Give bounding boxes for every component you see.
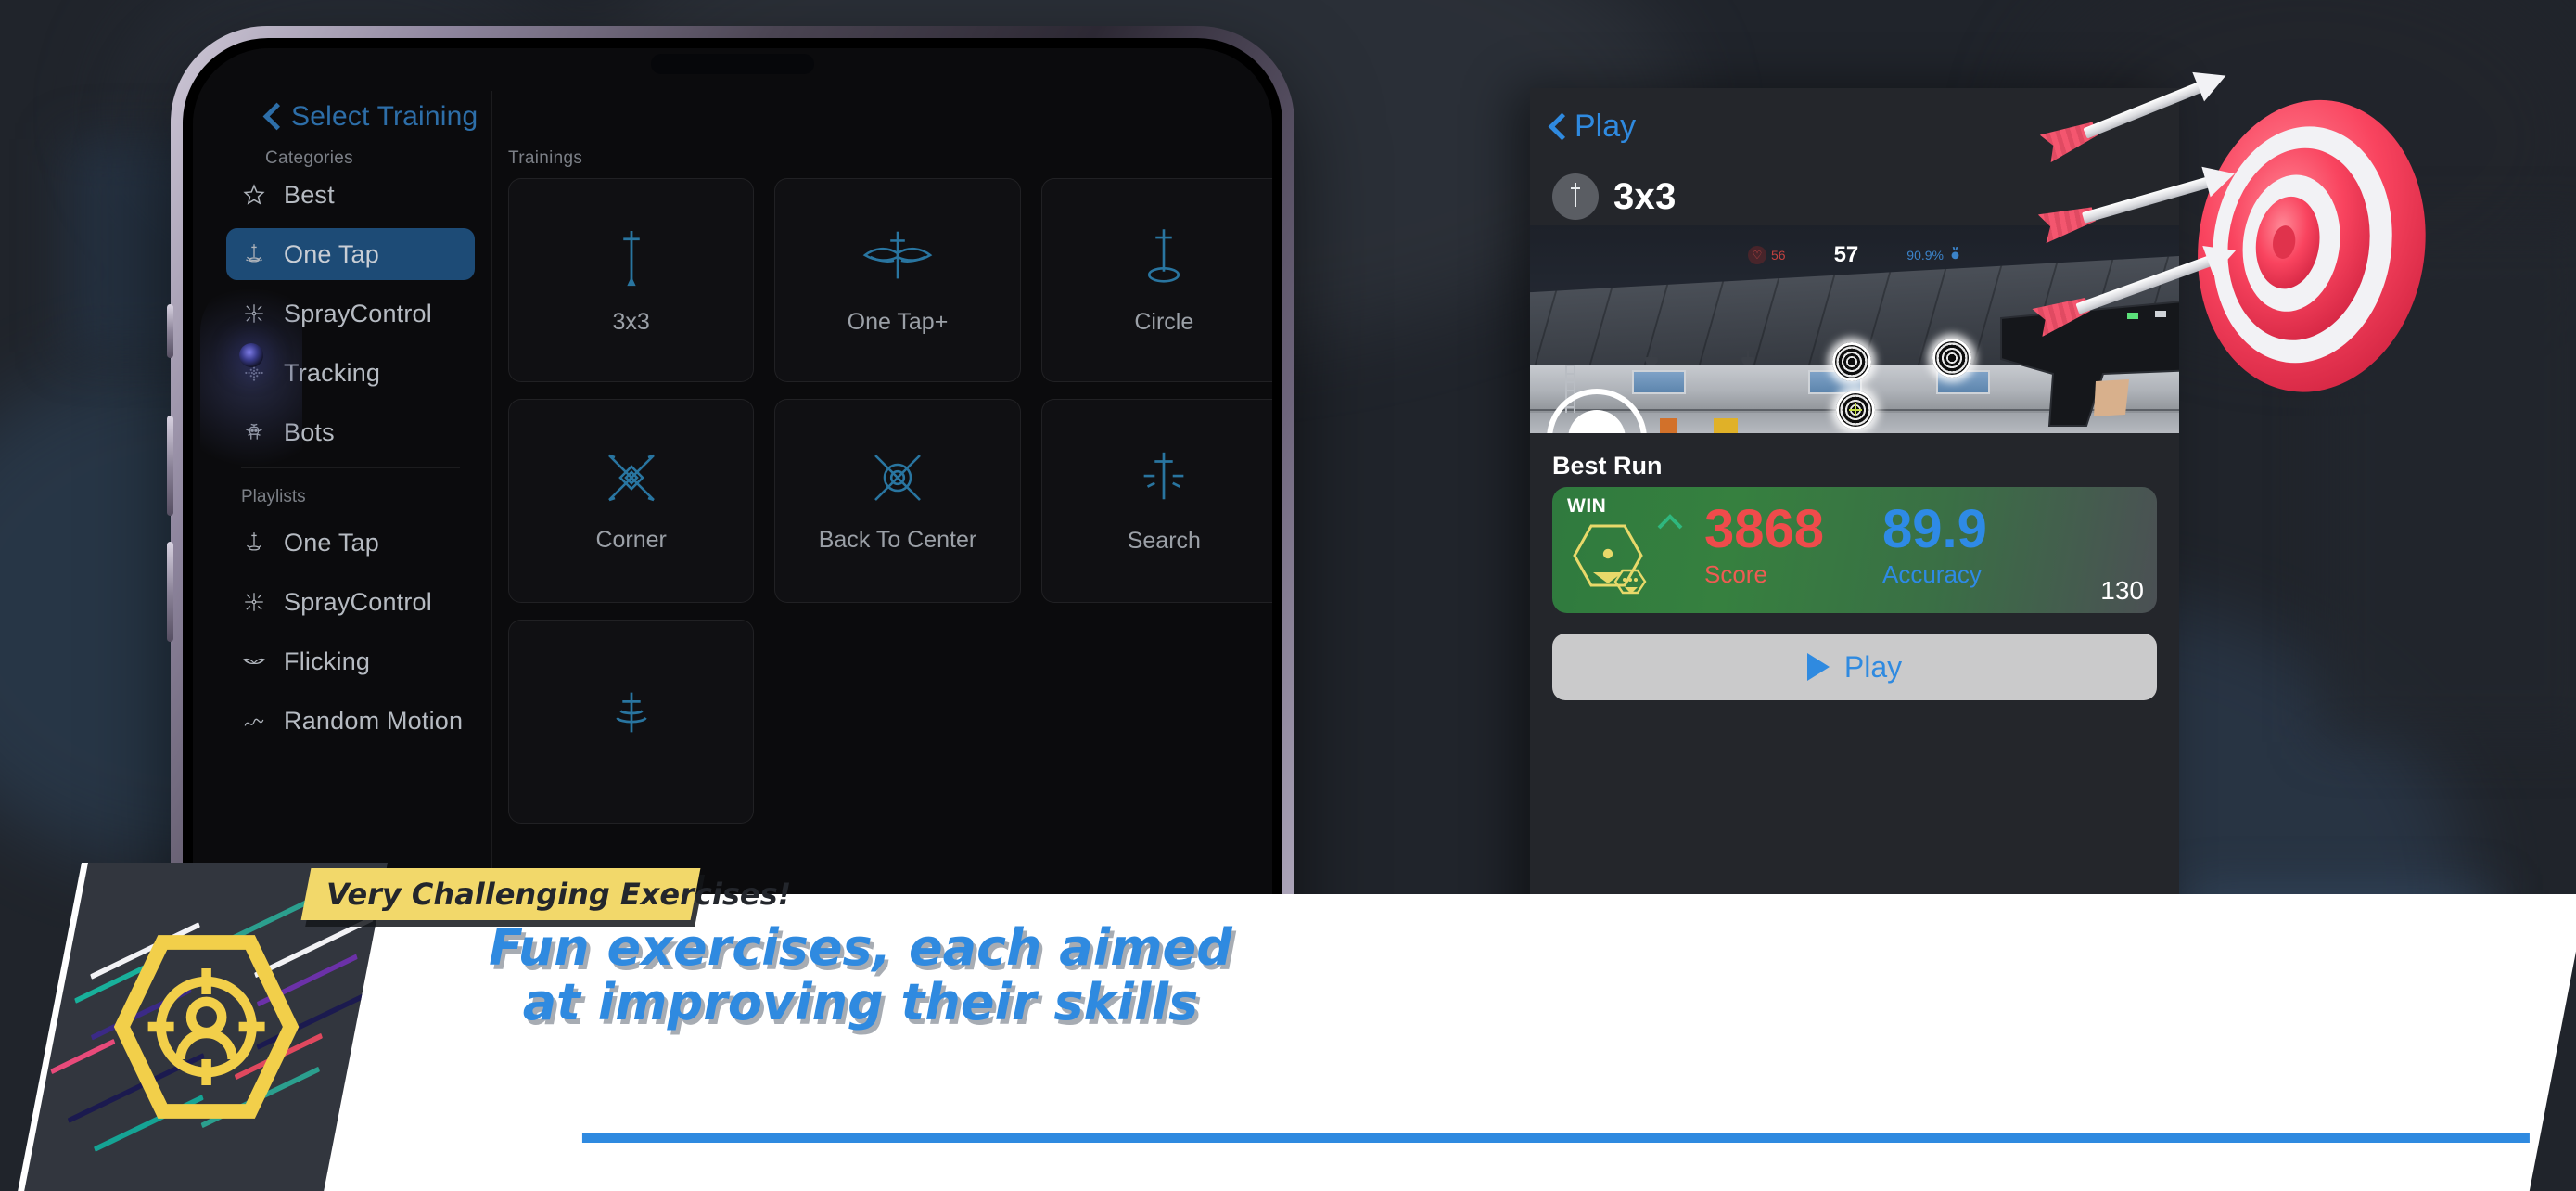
phone-volume-up-button[interactable] (167, 416, 173, 516)
training-card-one-tap-plus[interactable]: One Tap+ (774, 178, 1021, 382)
hud-accuracy-value: 90.9% (1906, 248, 1944, 263)
winged-sword-icon (861, 224, 934, 294)
search-sword-icon (1138, 447, 1190, 513)
caption-tag-label: Very Challenging Exercises! (326, 877, 792, 912)
sidebar-playlist-spraycontrol[interactable]: SprayControl (226, 576, 475, 628)
caption-headline: Fun exercises, each aimed at improving t… (397, 918, 1324, 1032)
crosshair-icon (1849, 403, 1862, 416)
phone-volume-down-button[interactable] (167, 542, 173, 642)
sword-icon (609, 224, 654, 294)
score-value: 3868 (1704, 499, 1825, 559)
training-card-label: Back To Center (818, 527, 977, 553)
screenshot-root: Select Training Categories Trainings Bes… (0, 0, 2576, 1191)
game-hud: ♡ 56 57 90.9% (1530, 242, 2179, 268)
play-button-label: Play (1843, 649, 1903, 684)
chevron-up-icon (1657, 514, 1683, 530)
camera-reflection (200, 280, 302, 512)
training-card-label: 3x3 (612, 309, 650, 335)
sidebar-item-label: One Tap (284, 528, 379, 557)
play-triangle-icon (1806, 653, 1830, 681)
training-card-extra[interactable] (508, 620, 755, 824)
sidebar-item-label: Best (284, 180, 335, 209)
star-icon (241, 182, 267, 208)
sidebar-item-label: SprayControl (284, 587, 432, 616)
training-card-label: Corner (595, 527, 667, 553)
accuracy-value: 89.9 (1882, 499, 1987, 559)
sword-splash-icon (241, 241, 267, 267)
caption-headline-line2: at improving their skills (522, 973, 1199, 1032)
sidebar-playlist-one-tap[interactable]: One Tap (226, 517, 475, 569)
dynamic-island (651, 54, 814, 74)
sword-splash-icon (241, 530, 267, 556)
training-card-label: Search (1127, 528, 1201, 554)
points-value: 130 (2100, 576, 2144, 605)
caption-banner: Fun exercises, each aimed at improving t… (153, 894, 2576, 1191)
accuracy-label: Accuracy (1882, 559, 1982, 588)
best-run-card[interactable]: WIN 3868 Score 89.9 Accuracy 130 (1552, 487, 2157, 613)
caption-headline-line1: Fun exercises, each aimed (489, 918, 1232, 977)
dartboard-icon (2198, 99, 2426, 392)
trainings-header: Trainings (508, 148, 583, 168)
sidebar-playlist-random-motion[interactable]: Random Motion (226, 695, 475, 747)
crossed-swords-target-icon (868, 448, 927, 512)
play-button[interactable]: Play (1552, 634, 2157, 700)
training-card-back-to-center[interactable]: Back To Center (774, 399, 1021, 603)
training-card-circle[interactable]: Circle (1040, 178, 1272, 382)
sidebar-item-one-tap[interactable]: One Tap (226, 228, 475, 280)
chevron-left-icon (265, 104, 280, 130)
trainings-grid: 3x3 One Tap+ Circle Corner Back To Cente… (508, 178, 1272, 824)
chevron-left-icon (1550, 114, 1565, 140)
sidebar-item-label: One Tap (284, 239, 379, 268)
phone-mockup: Select Training Categories Trainings Bes… (167, 26, 1294, 1191)
accuracy-stat: 89.9 Accuracy (1882, 499, 1987, 589)
back-button-label: Select Training (291, 101, 478, 132)
training-card-label: One Tap+ (847, 309, 949, 335)
sidebar-item-label: Random Motion (284, 706, 464, 735)
target-person-logo-icon (113, 935, 299, 1119)
random-motion-icon (241, 708, 267, 734)
crossed-swords-icon (602, 448, 661, 512)
page-title: 3x3 (1613, 175, 1677, 217)
dartboard-decoration (2151, 56, 2541, 427)
sidebar-item-best[interactable]: Best (226, 169, 475, 221)
phone-mute-switch[interactable] (167, 304, 173, 358)
heart-icon: ♡ (1748, 246, 1766, 264)
front-camera-dot (239, 343, 263, 367)
sword-icon (1552, 173, 1599, 220)
panel-back-label: Play (1575, 109, 1637, 144)
hex-rank-badge-icon (1573, 524, 1647, 595)
medal-icon (1949, 247, 1961, 263)
panel-back-button[interactable]: Play (1550, 109, 1636, 145)
hud-health: ♡ 56 (1748, 246, 1786, 264)
hud-health-value: 56 (1771, 248, 1786, 263)
hud-score-value: 57 (1833, 242, 1859, 267)
training-card-label: Circle (1134, 309, 1194, 335)
training-card-3x3[interactable]: 3x3 (508, 178, 755, 382)
game-target (1832, 342, 1871, 381)
panel-title-row: 3x3 (1552, 173, 1677, 220)
hud-accuracy: 90.9% (1906, 247, 1961, 263)
caption-accent-rule (581, 1133, 2530, 1143)
training-card-search[interactable]: Search (1040, 399, 1272, 603)
training-card-corner[interactable]: Corner (508, 399, 755, 603)
result-badge: WIN (1567, 495, 1607, 517)
sidebar-playlist-flicking[interactable]: Flicking (226, 635, 475, 687)
caption-tag: Very Challenging Exercises! (300, 868, 791, 920)
spray-burst-icon (241, 589, 267, 615)
spray-sword-icon (606, 682, 657, 748)
score-stat: 3868 Score (1704, 499, 1825, 589)
circle-sword-icon (1140, 224, 1188, 294)
score-label: Score (1704, 559, 1767, 588)
sidebar-item-label: Flicking (284, 647, 371, 675)
gameplay-preview[interactable]: ♡ 56 57 90.9% (1530, 225, 2179, 433)
sidebar-item-label: SprayControl (284, 299, 432, 327)
best-run-header: Best Run (1552, 452, 1663, 480)
wings-icon (241, 648, 267, 674)
back-button[interactable]: Select Training (265, 101, 478, 133)
categories-header: Categories (265, 148, 353, 168)
joystick-knob[interactable] (1568, 410, 1626, 433)
